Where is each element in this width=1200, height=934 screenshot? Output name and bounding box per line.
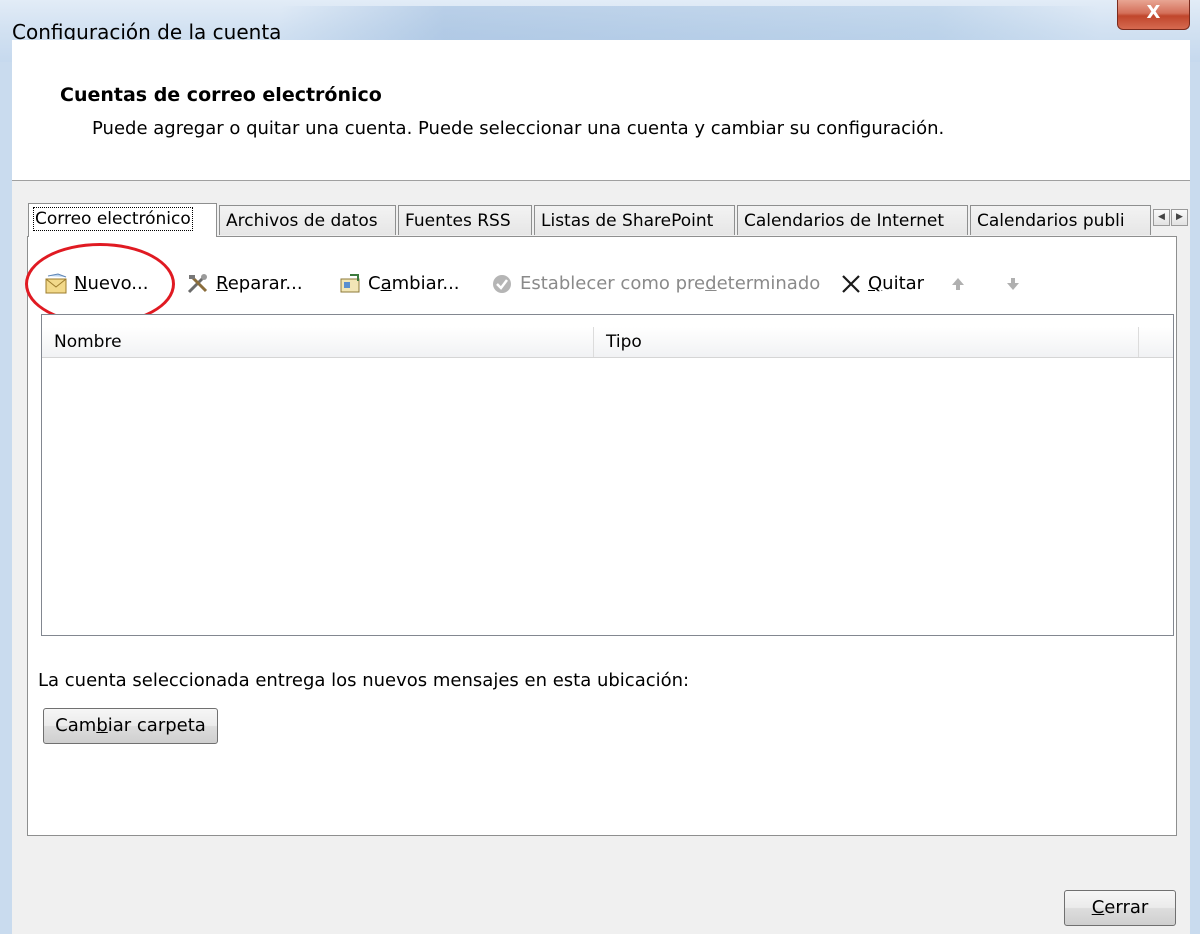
move-up-button[interactable] [948, 270, 972, 298]
remove-button[interactable]: Quitar [838, 270, 924, 298]
arrow-up-icon [948, 273, 968, 295]
new-mail-icon [44, 273, 70, 295]
tools-icon [186, 273, 212, 295]
tab-label: Listas de SharePoint [541, 211, 714, 231]
set-default-button[interactable]: Establecer como predeterminado [490, 270, 820, 298]
window-frame-right [1190, 62, 1200, 934]
delivery-location-label: La cuenta seleccionada entrega los nuevo… [38, 670, 690, 691]
tab-data-files[interactable]: Archivos de datos [219, 205, 396, 235]
x-icon [838, 273, 864, 295]
tab-email[interactable]: Correo electrónico [28, 203, 217, 237]
scroll-right-icon[interactable]: ▶ [1171, 209, 1188, 226]
new-button[interactable]: Nuevo... [44, 270, 148, 298]
column-header-name[interactable]: Nombre [42, 327, 594, 357]
section-heading: Cuentas de correo electrónico [60, 84, 382, 106]
close-icon: X [1146, 2, 1161, 23]
tab-label: Correo electrónico [33, 207, 193, 231]
tab-label: Fuentes RSS [405, 211, 511, 231]
window-frame-left [0, 62, 12, 934]
tab-label: Calendarios publi [977, 211, 1125, 231]
move-down-button[interactable] [1003, 270, 1027, 298]
close-window-button[interactable]: X [1117, 0, 1190, 30]
repair-button[interactable]: Reparar... [186, 270, 303, 298]
tab-sharepoint-lists[interactable]: Listas de SharePoint [534, 205, 735, 235]
tab-internet-calendars[interactable]: Calendarios de Internet [737, 205, 968, 235]
column-header-type[interactable]: Tipo [594, 327, 1139, 357]
change-account-icon [338, 273, 364, 295]
tab-published-calendars[interactable]: Calendarios publi [970, 205, 1151, 235]
tab-label: Archivos de datos [226, 211, 378, 231]
tab-label: Calendarios de Internet [744, 211, 944, 231]
check-circle-icon [490, 273, 516, 295]
section-description: Puede agregar o quitar una cuenta. Puede… [92, 118, 945, 139]
dialog-header: Cuentas de correo electrónico Puede agre… [12, 40, 1190, 180]
list-header: Nombre Tipo [42, 327, 1173, 358]
change-folder-button[interactable]: Cambiar carpeta [43, 708, 218, 744]
scroll-left-icon[interactable]: ◀ [1153, 209, 1170, 226]
arrow-down-icon [1003, 273, 1023, 295]
change-button[interactable]: Cambiar... [338, 270, 460, 298]
close-button[interactable]: Cerrar [1064, 890, 1176, 926]
accounts-list[interactable]: Nombre Tipo [41, 314, 1174, 636]
tab-rss-feeds[interactable]: Fuentes RSS [398, 205, 532, 235]
